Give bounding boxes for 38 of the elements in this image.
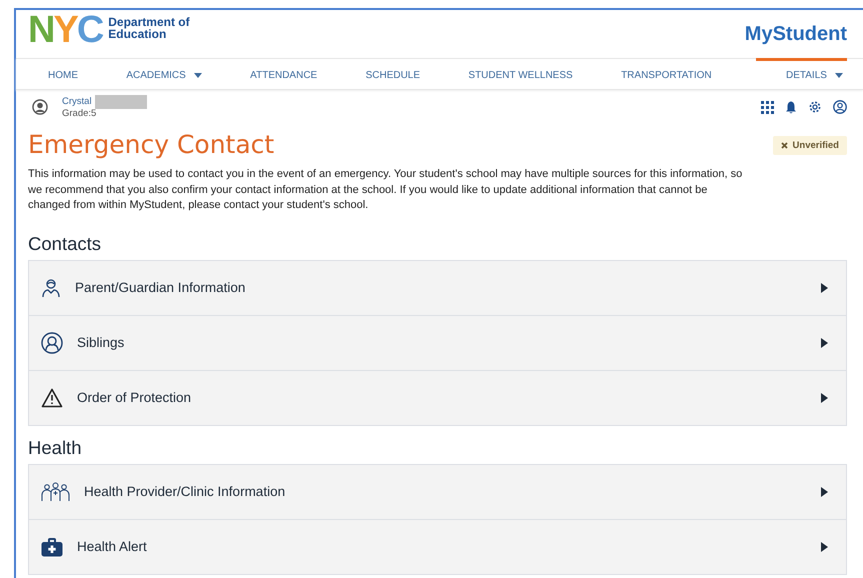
close-icon bbox=[780, 142, 788, 149]
nav-tab[interactable]: ATTENDANCE bbox=[246, 58, 322, 89]
logo: NYC bbox=[28, 10, 102, 50]
app-title: MyStudent bbox=[744, 22, 847, 46]
siblings-icon bbox=[41, 332, 63, 354]
caret-icon bbox=[821, 392, 828, 402]
list-item[interactable]: Parent/Guardian Information bbox=[29, 260, 846, 314]
student-grade: Grade:5 bbox=[62, 109, 98, 119]
section-heading: Health bbox=[28, 436, 82, 458]
student-name: Crystal bbox=[62, 97, 92, 107]
nav-tab[interactable]: HOME bbox=[44, 58, 82, 89]
apps-grid-icon[interactable] bbox=[761, 100, 774, 114]
caret-icon bbox=[821, 542, 828, 552]
nav-tab[interactable]: ACADEMICS bbox=[122, 58, 206, 89]
medical-kit-icon bbox=[41, 536, 63, 556]
warning-icon bbox=[41, 388, 63, 408]
caret-icon bbox=[821, 282, 828, 292]
list-item[interactable]: Health Provider/Clinic Information bbox=[29, 464, 846, 518]
nav-tab[interactable]: SCHEDULE bbox=[362, 58, 424, 89]
settings-icon[interactable] bbox=[808, 100, 822, 114]
department-name: Department of Education bbox=[108, 16, 190, 40]
group-icon bbox=[41, 482, 70, 502]
user-icon[interactable] bbox=[833, 100, 847, 114]
page-title: Emergency Contact bbox=[28, 130, 274, 160]
avatar-icon bbox=[32, 99, 48, 115]
list-item[interactable]: Siblings bbox=[29, 314, 846, 370]
nav-tab[interactable]: STUDENT WELLNESS bbox=[464, 58, 577, 89]
list-item[interactable]: Order of Protection bbox=[29, 370, 846, 424]
status-badge: Unverified bbox=[772, 136, 847, 155]
nav-tab[interactable]: DETAILS bbox=[756, 58, 847, 89]
caret-icon bbox=[821, 338, 828, 348]
list-item[interactable]: Health Alert bbox=[29, 518, 846, 574]
section-heading: Contacts bbox=[28, 232, 102, 254]
bell-icon[interactable] bbox=[785, 100, 797, 114]
description-text: This information may be used to contact you in the event of an emergency. Your student's school may have multiple sources for this information, so we recommend that you also confirm your contact information at the school. If you would like to update additional information that cannot be changed from within MyStudent, please contact your student's school. bbox=[28, 167, 744, 213]
nav-tab[interactable]: TRANSPORTATION bbox=[617, 58, 716, 89]
caret-icon bbox=[821, 486, 828, 496]
parent-icon bbox=[41, 278, 61, 298]
